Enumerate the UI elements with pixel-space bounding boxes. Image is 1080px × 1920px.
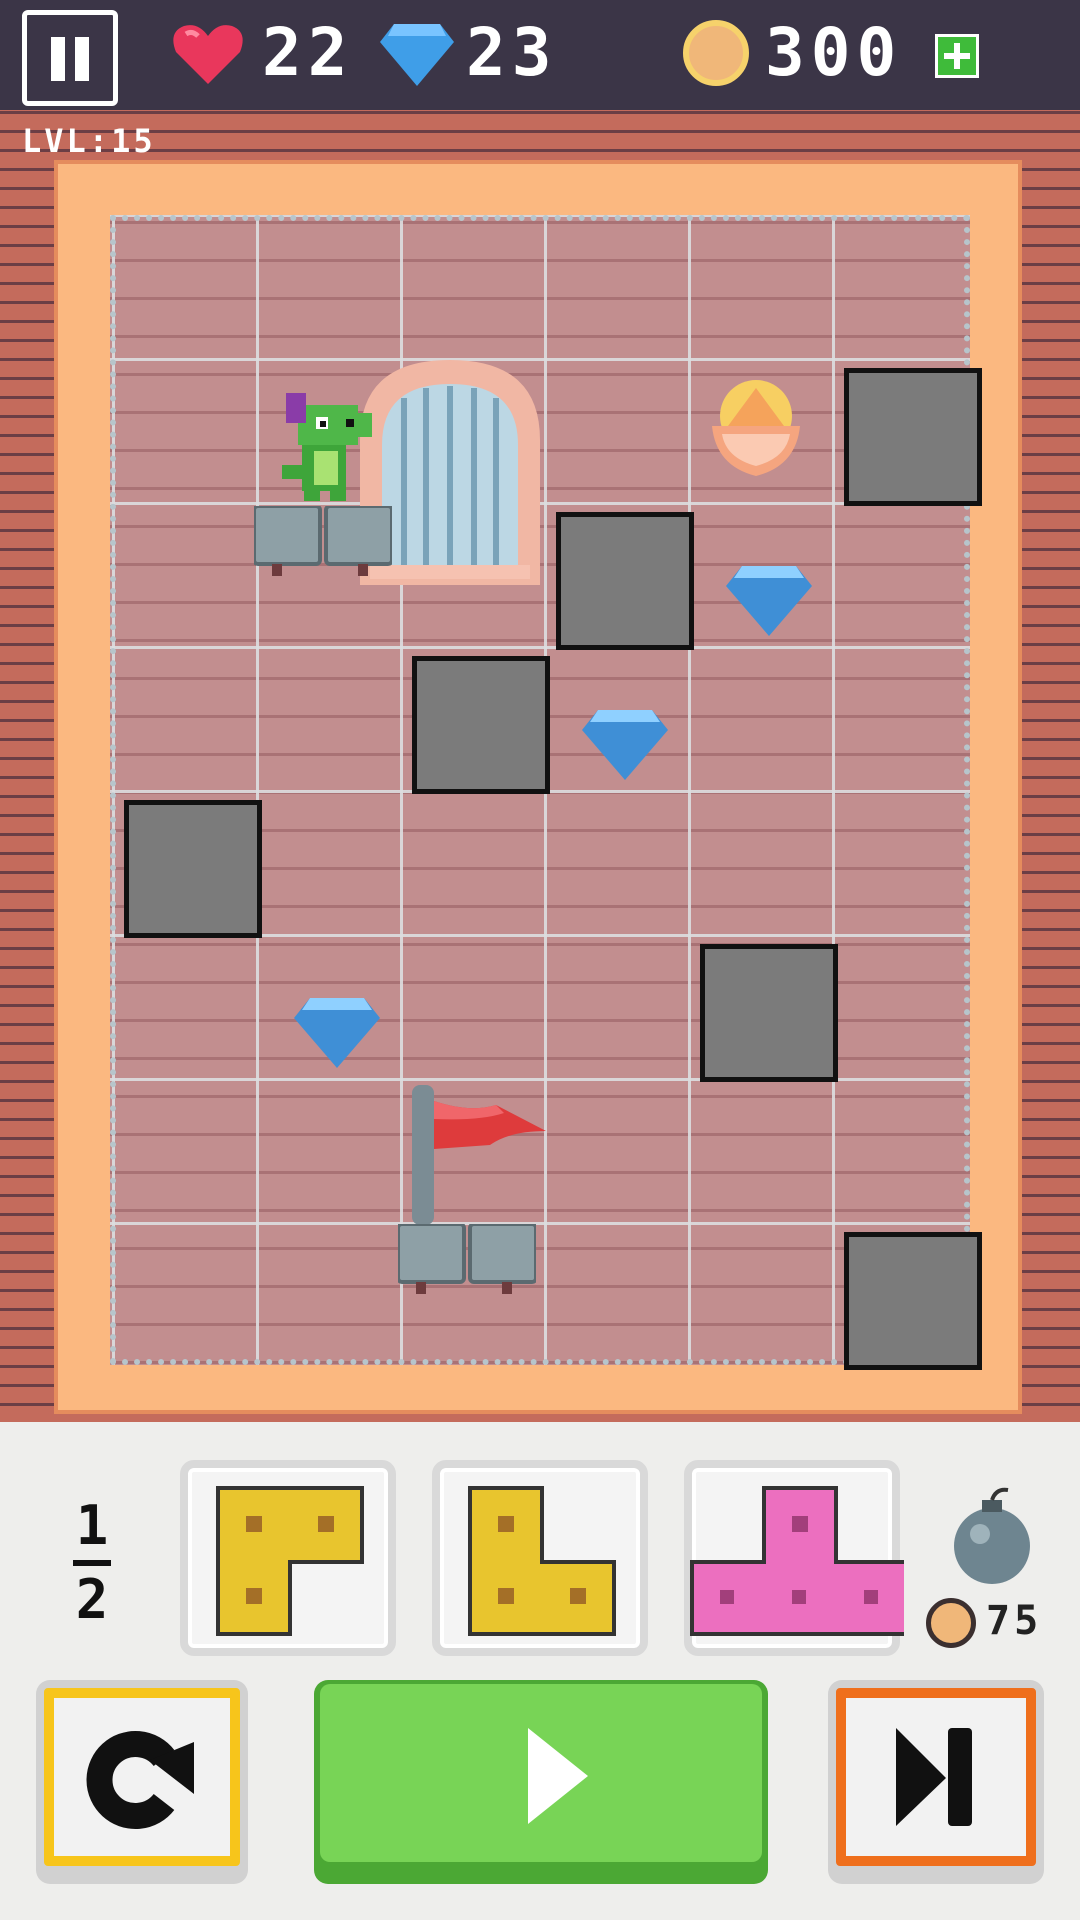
- stone-block: [398, 1224, 536, 1294]
- wall-block: [556, 512, 694, 650]
- gem-pickup-icon: [582, 710, 668, 780]
- wall-block: [700, 944, 838, 1082]
- gold-pot-icon: [712, 380, 800, 476]
- gem-pickup-icon: [294, 998, 380, 1068]
- coin-icon: [683, 20, 749, 86]
- bomb-icon[interactable]: [950, 1486, 1034, 1586]
- add-coins-button[interactable]: [935, 34, 979, 78]
- gem-pickup-icon: [726, 566, 812, 636]
- piece-card-2[interactable]: [432, 1460, 648, 1656]
- heart-icon: [173, 25, 243, 84]
- level-label: LVL:15: [22, 122, 156, 160]
- goal-flag-icon: [412, 1085, 546, 1225]
- rotate-icon: [86, 1731, 194, 1829]
- skip-icon: [896, 1728, 972, 1826]
- t-piece-icon: [690, 1486, 904, 1636]
- wall-block: [844, 1232, 982, 1370]
- coins-count: 300: [765, 14, 903, 91]
- bomb-cost: 75: [986, 1598, 1043, 1644]
- play-button[interactable]: [314, 1680, 768, 1884]
- page-indicator: 1 2: [62, 1498, 122, 1628]
- gems-count: 23: [466, 14, 558, 91]
- gem-icon: [380, 24, 454, 86]
- piece-card-3[interactable]: [684, 1460, 904, 1656]
- corner-piece-icon: [216, 1486, 364, 1636]
- skip-button[interactable]: [828, 1680, 1044, 1884]
- coin-small-icon: [926, 1598, 976, 1648]
- wall-block: [412, 656, 550, 794]
- play-icon: [528, 1728, 588, 1824]
- stone-block: [254, 506, 392, 576]
- l-piece-icon: [468, 1486, 616, 1636]
- page-total: 2: [75, 1568, 109, 1631]
- wall-block: [844, 368, 982, 506]
- piece-card-1[interactable]: [180, 1460, 396, 1656]
- lives-count: 22: [262, 14, 354, 91]
- reset-button[interactable]: [36, 1680, 248, 1884]
- wall-block: [124, 800, 262, 938]
- dino-player-icon[interactable]: [268, 385, 376, 503]
- pause-button[interactable]: [22, 10, 118, 106]
- page-current: 1: [75, 1494, 109, 1557]
